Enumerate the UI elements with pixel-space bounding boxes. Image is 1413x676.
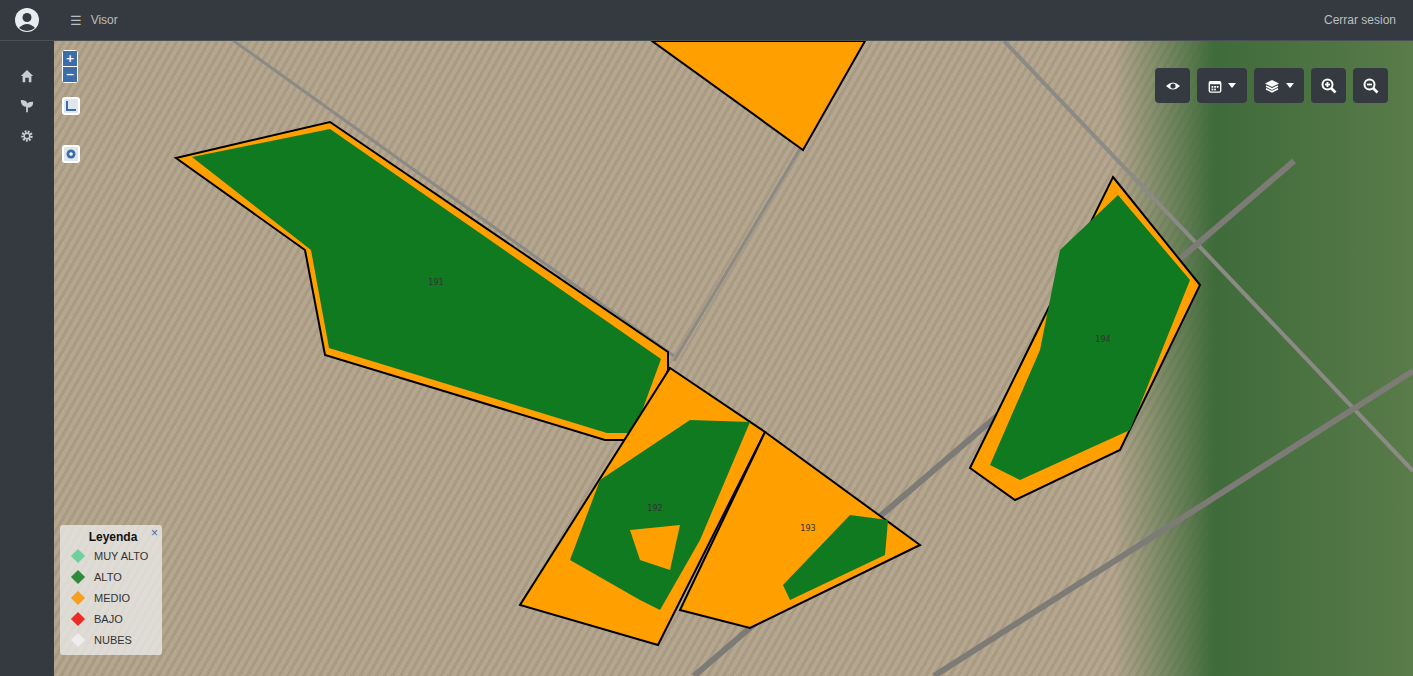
parcel-zone	[990, 195, 1190, 480]
map-toolbar	[1155, 68, 1388, 103]
caret-icon	[1228, 83, 1236, 88]
parcel-shape[interactable]	[652, 41, 865, 150]
locate-icon	[65, 148, 77, 160]
parcel-shape[interactable]	[970, 177, 1200, 500]
legend-item: MEDIO	[70, 589, 156, 607]
locate-button[interactable]	[62, 145, 80, 163]
legend-label: MUY ALTO	[94, 550, 148, 562]
parcel-zone	[783, 515, 888, 600]
zoom-control: +−	[62, 50, 78, 83]
layers-icon	[1264, 78, 1280, 94]
legend-label: BAJO	[94, 613, 123, 625]
legend-label: NUBES	[94, 634, 132, 646]
zoom-in-button[interactable]: +	[63, 51, 77, 66]
parcel-zone	[630, 525, 680, 570]
measure-button[interactable]	[62, 97, 80, 115]
magnifier-icon	[1321, 78, 1337, 94]
legend-item: BAJO	[70, 610, 156, 628]
top-bar: ☰ Visor Cerrar sesion	[0, 0, 1413, 41]
eye-icon	[1165, 78, 1181, 94]
parcel[interactable]: 193	[680, 432, 920, 628]
legend-item: NUBES	[70, 631, 156, 649]
zoom-in-button[interactable]	[1311, 68, 1346, 103]
legend-swatch	[71, 633, 85, 647]
legend-close-button[interactable]: ×	[151, 526, 158, 540]
app: ☰ Visor Cerrar sesion 191 192 193 194 +− Leyenda…	[0, 0, 1413, 676]
calendar-button[interactable]	[1197, 68, 1247, 103]
parcel-layer: 191 192 193 194	[54, 41, 1413, 676]
page-title: Visor	[91, 13, 118, 27]
ruler-icon	[65, 100, 77, 112]
parcel-label: 191	[428, 278, 443, 287]
sidebar	[0, 41, 54, 676]
legend-swatch	[71, 570, 85, 584]
magnifier-icon	[1363, 78, 1379, 94]
parcel-label: 194	[1095, 335, 1110, 344]
legend-swatch	[71, 591, 85, 605]
legend-label: MEDIO	[94, 592, 130, 604]
avatar-cell	[0, 8, 54, 32]
layers-button[interactable]	[1254, 68, 1304, 103]
parcel-zone	[192, 129, 661, 433]
calendar-icon	[1208, 79, 1222, 93]
parcel[interactable]: 191	[176, 122, 668, 440]
parcel[interactable]: 194	[970, 177, 1200, 500]
gear-icon[interactable]	[20, 129, 34, 143]
home-icon[interactable]	[20, 69, 34, 83]
user-avatar-icon[interactable]	[15, 8, 39, 32]
zoom-out-button[interactable]	[1353, 68, 1388, 103]
logout-link[interactable]: Cerrar sesion	[1324, 13, 1396, 27]
parcel-label: 193	[800, 524, 815, 533]
legend-item: ALTO	[70, 568, 156, 586]
parcel-shape[interactable]	[176, 122, 668, 440]
legend-title: Leyenda	[89, 530, 138, 544]
zoom-out-button[interactable]: −	[63, 67, 77, 82]
legend-label: ALTO	[94, 571, 122, 583]
map[interactable]: 191 192 193 194 +− Leyenda ×MUY ALTO ALTO MEDIO B…	[54, 41, 1413, 676]
parcel-shape[interactable]	[680, 432, 920, 628]
menu-icon[interactable]: ☰	[70, 13, 82, 28]
parcel-label: 192	[647, 504, 662, 513]
parcel[interactable]	[652, 41, 865, 150]
legend-swatch	[71, 549, 85, 563]
legend: Leyenda ×MUY ALTO ALTO MEDIO BAJO NUBES	[60, 525, 162, 655]
legend-swatch	[71, 612, 85, 626]
sprout-icon[interactable]	[20, 99, 34, 113]
caret-icon	[1286, 83, 1294, 88]
eye-button[interactable]	[1155, 68, 1190, 103]
legend-item: MUY ALTO	[70, 547, 156, 565]
